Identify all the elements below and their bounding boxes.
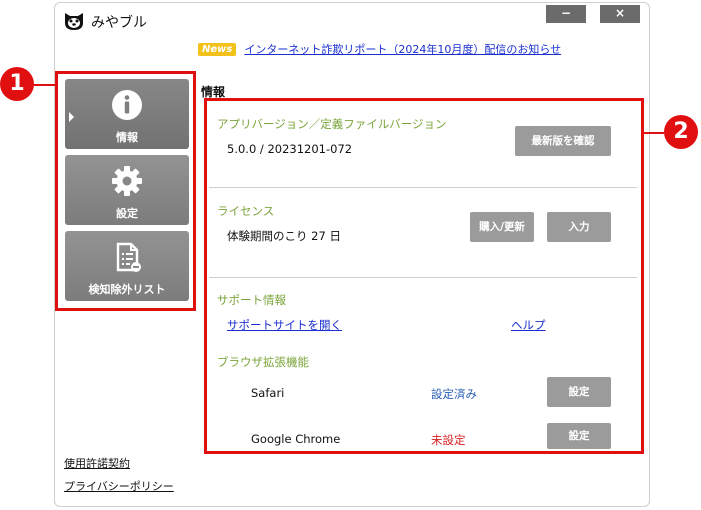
close-button[interactable]: × <box>600 5 640 23</box>
news-bar: News インターネット詐欺リポート（2024年10月度）配信のお知らせ <box>198 41 561 57</box>
dog-logo-icon <box>65 13 83 30</box>
annotation-box-sidebar <box>55 71 196 311</box>
annotation-connector <box>32 84 55 86</box>
news-link[interactable]: インターネット詐欺リポート（2024年10月度）配信のお知らせ <box>244 41 561 57</box>
privacy-policy-link[interactable]: プライバシーポリシー <box>64 478 174 494</box>
footer-links: 使用許諾契約 プライバシーポリシー <box>64 455 174 501</box>
annotation-box-content <box>204 98 644 454</box>
app-title: みやブル <box>91 15 147 31</box>
news-badge: News <box>198 42 237 56</box>
minimize-button[interactable]: − <box>546 5 586 23</box>
annotation-marker-1: 1 <box>0 67 34 101</box>
license-agreement-link[interactable]: 使用許諾契約 <box>64 455 174 471</box>
annotation-connector <box>644 132 664 134</box>
title-bar: みやブル − × <box>55 3 649 37</box>
annotation-marker-2: 2 <box>664 115 698 149</box>
